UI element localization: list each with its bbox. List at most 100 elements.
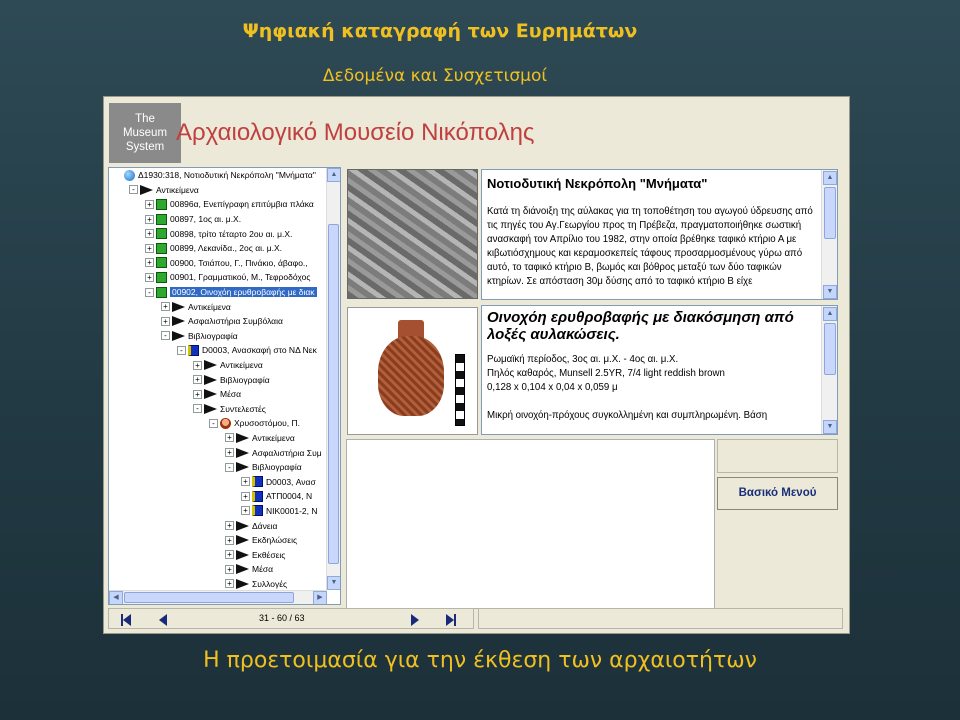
object-description-panel[interactable]: Οινοχόη ερυθροβαφής με διακόσμηση από λο… [481,305,838,435]
scroll-down-icon[interactable]: ▼ [823,420,837,434]
slide-subtitle: Δεδομένα και Συσχετισμοί [322,66,548,86]
arrow-icon [236,535,249,546]
expand-icon[interactable]: + [225,433,234,443]
book-icon [188,344,199,356]
tree-item[interactable]: + Αντικείμενα [109,299,327,314]
arrow-icon [172,301,185,312]
expand-icon[interactable]: + [145,229,154,239]
tree-item-label: Εκθέσεις [252,549,286,560]
panel2-scroll-thumb[interactable] [824,323,836,375]
expand-icon[interactable]: + [225,448,234,458]
expand-icon[interactable]: + [145,214,154,224]
previous-record-icon[interactable] [159,613,173,626]
tree-item[interactable]: + Εκδηλώσεις [109,533,327,548]
site-title: Νοτιοδυτική Νεκρόπολη "Μνήματα" [487,176,708,191]
tree-item[interactable]: +00901, Γραμματικού, Μ., Τεφροδόχος [109,270,327,285]
tree-item[interactable]: +00898, τρίτο τέταρτο 2ου αι. μ.Χ. [109,226,327,241]
scroll-up-icon[interactable]: ▲ [823,307,837,321]
tree-item[interactable]: + Αντικείμενα [109,358,327,373]
book-icon [252,490,263,502]
tree-item[interactable]: +00900, Τσιάπου, Γ., Πινάκιο, άβαφο., [109,256,327,271]
expand-icon[interactable]: + [161,302,170,312]
expand-icon[interactable]: + [241,506,250,516]
expand-icon[interactable]: + [225,579,234,589]
expand-icon[interactable]: + [145,258,154,268]
next-record-icon[interactable] [411,613,425,626]
tree-item[interactable]: +00899, Λεκανίδα., 2ος αι. μ.Χ. [109,241,327,256]
tree-item[interactable]: + Ασφαλιστήρια Συμ [109,445,327,460]
panel1-scrollbar[interactable]: ▲ ▼ [821,170,837,299]
scroll-down-icon[interactable]: ▼ [327,576,340,590]
empty-button[interactable] [717,439,838,473]
collapse-icon[interactable]: - [225,462,234,472]
tree-item[interactable]: + Συλλογές [109,577,327,590]
collapse-icon[interactable]: - [161,331,170,341]
expand-icon[interactable]: + [241,477,250,487]
tree-hscroll-thumb[interactable] [124,592,294,603]
expand-icon[interactable]: + [161,316,170,326]
expand-icon[interactable]: + [193,360,202,370]
tree-item[interactable]: + Εκθέσεις [109,547,327,562]
arrow-icon [236,447,249,458]
scroll-up-icon[interactable]: ▲ [823,171,837,185]
tree-item[interactable]: - Βιβλιογραφία [109,329,327,344]
record-tree[interactable]: Δ1930:318, Νοτιοδυτική Νεκρόπολη "Μνήματ… [108,167,341,605]
tree-item[interactable]: + Μέσα [109,387,327,402]
tree-item-label: Βιβλιογραφία [188,330,238,341]
collapse-icon[interactable]: - [193,404,202,414]
tree-item[interactable]: + Μέσα [109,562,327,577]
site-description-panel[interactable]: Νοτιοδυτική Νεκρόπολη "Μνήματα" Κατά τη … [481,169,838,300]
tree-item[interactable]: +00897, 1ος αι. μ.Χ. [109,212,327,227]
expand-icon[interactable]: + [145,199,154,209]
collapse-icon[interactable]: - [177,345,186,355]
object-period: Ρωμαϊκή περίοδος, 3ος αι. μ.Χ. - 4ος αι.… [487,354,679,365]
last-record-icon[interactable] [446,613,460,626]
arrow-icon [204,374,217,385]
panel1-scroll-thumb[interactable] [824,187,836,239]
tree-item[interactable]: + ΑΤΠ0004, Ν [109,489,327,504]
panel2-scrollbar[interactable]: ▲ ▼ [821,306,837,434]
tree-item[interactable]: +00896α, Ενεπίγραφη επιτύμβια πλάκα [109,197,327,212]
tree-item[interactable]: + Δάνεια [109,518,327,533]
tree-item-label: D0003, Ανασ [266,476,316,487]
expand-icon[interactable]: + [193,375,202,385]
tree-item[interactable]: - Συντελεστές [109,402,327,417]
tree-item[interactable]: + Βιβλιογραφία [109,372,327,387]
collapse-icon[interactable]: - [209,418,218,428]
tree-item[interactable]: - D0003, Ανασκαφή στο ΝΔ Νεκ [109,343,327,358]
tree-horizontal-scrollbar[interactable]: ◀ ▶ [109,590,327,604]
collapse-icon[interactable]: - [145,287,154,297]
main-menu-button[interactable]: Βασικό Μενού [717,477,838,510]
tree-item[interactable]: - 00902, Οινοχόη ερυθροβαφής με διακ [109,285,327,300]
tree-item[interactable]: - Χρυσοστόμου, Π. [109,416,327,431]
status-field [478,608,843,629]
tree-item[interactable]: - Αντικείμενα [109,183,327,198]
tree-item-label: Μέσα [252,564,274,575]
tree-item[interactable]: - Βιβλιογραφία [109,460,327,475]
scroll-left-icon[interactable]: ◀ [109,591,123,604]
first-record-icon[interactable] [121,613,135,626]
expand-icon[interactable]: + [225,564,234,574]
expand-icon[interactable]: + [193,389,202,399]
tree-item[interactable]: + Ασφαλιστήρια Συμβόλαια [109,314,327,329]
expand-icon[interactable]: + [145,243,154,253]
scroll-down-icon[interactable]: ▼ [823,285,837,299]
tree-item[interactable]: + D0003, Ανασ [109,474,327,489]
tree-item[interactable]: + ΝΙΚ0001-2, Ν [109,504,327,519]
collapse-icon[interactable]: - [129,185,138,195]
tree-item[interactable]: Δ1930:318, Νοτιοδυτική Νεκρόπολη "Μνήματ… [109,168,327,183]
arrow-icon [236,578,249,589]
arrow-icon [236,549,249,560]
tree-item[interactable]: + Αντικείμενα [109,431,327,446]
expand-icon[interactable]: + [145,272,154,282]
expand-icon[interactable]: + [225,535,234,545]
tree-vertical-scrollbar[interactable]: ▲ ▼ [326,168,340,590]
expand-icon[interactable]: + [241,491,250,501]
expand-icon[interactable]: + [225,550,234,560]
expand-icon[interactable]: + [225,521,234,531]
tree-scroll-thumb[interactable] [328,224,339,564]
tree-item-label: D0003, Ανασκαφή στο ΝΔ Νεκ [202,345,317,356]
record-counter: 31 - 60 / 63 [259,613,305,623]
scroll-right-icon[interactable]: ▶ [313,591,327,604]
scroll-up-icon[interactable]: ▲ [327,168,340,182]
